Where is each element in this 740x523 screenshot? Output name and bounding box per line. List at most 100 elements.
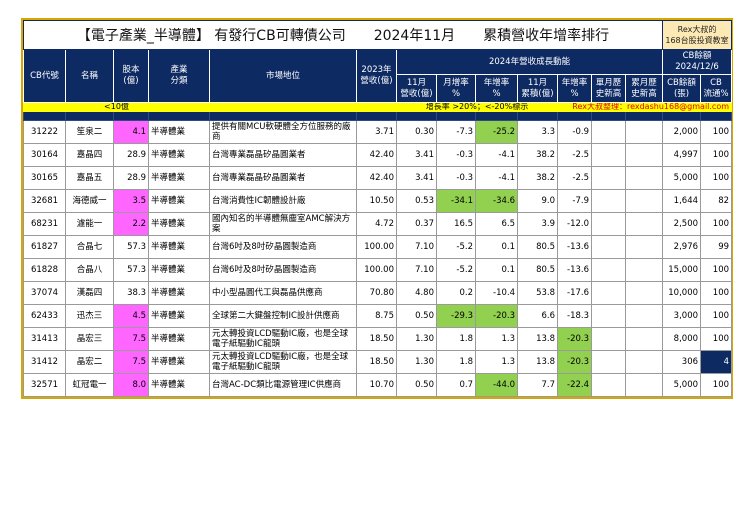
badge-line: Rex大叔的 [677, 25, 717, 34]
author-badge: Rex大叔的 168台股投資教室 [662, 20, 733, 50]
cell-rev2023: 18.50 [356, 350, 397, 374]
table-row: 62433 迅杰三 4.5 半導體業 全球第二大鍵盤控制IC設計供應商 8.75 0.50-… [23, 304, 733, 328]
table-row: 68231 濾能一 2.2 半導體業 國內知名的半導體無塵室AMC解決方案 4.72 0.3… [23, 212, 733, 236]
cell-ch [624, 120, 664, 144]
cell-capital: 28.9 [113, 166, 149, 190]
cell-cb: 5,000 [662, 373, 702, 397]
cell-pct: 100 [700, 373, 733, 397]
cell-cum: 7.7 [517, 373, 558, 397]
cell-rev2023: 18.50 [356, 327, 397, 351]
cell-ch [624, 212, 664, 236]
cell-industry: 半導體業 [148, 212, 210, 236]
cell-code: 32681 [23, 189, 66, 213]
cell-rev2023: 10.70 [356, 373, 397, 397]
cell-mh [591, 189, 626, 213]
cell-cb: 2,000 [662, 120, 702, 144]
cell-yoy: 1.3 [475, 350, 518, 374]
cell-mom: 16.5 [436, 212, 476, 236]
cell-mh [591, 350, 626, 374]
cell-rev2023: 10.50 [356, 189, 397, 213]
cell-code: 31413 [23, 327, 66, 351]
cell-pct: 100 [700, 120, 733, 144]
cell-capital: 7.5 [113, 350, 149, 374]
cell-mom: 1.8 [436, 350, 476, 374]
cell-cumyoy: -2.5 [557, 166, 592, 190]
table-row: 32681 海德威一 3.5 半導體業 台灣消費性IC韌體設計廠 10.50 0.53 -34… [23, 189, 733, 213]
cell-position: 元太轉投資LCD驅動IC廠，也是全球電子紙驅動IC龍頭 [209, 327, 357, 351]
table-row: 31413 晶宏三 7.5 半導體業 元太轉投資LCD驅動IC廠，也是全球電子紙驅動IC… [23, 327, 733, 351]
cell-capital: 3.5 [113, 189, 149, 213]
cell-cumyoy: -7.9 [557, 189, 592, 213]
cb-ranking-sheet: 【電子產業_半導體】 有發行CB可轉債公司 2024年11月 累積營收年增率排行… [21, 18, 733, 399]
cell-industry: 半導體業 [148, 350, 210, 374]
cell-yoy: 6.5 [475, 212, 518, 236]
header-cb-group: CB餘額 2024/12/6 [662, 49, 733, 75]
table-row: 37074 漢磊四 38.3 半導體業 中小型晶圓代工與磊晶供應商 70.80 4.80 0.… [23, 281, 733, 305]
cell-pct: 100 [700, 143, 733, 167]
cell-pct: 82 [700, 189, 733, 213]
table-row: 61827 合晶七 57.3 半導體業 台灣6吋及8吋矽晶圓製造商 100.00 7.10-… [23, 235, 733, 259]
cell-m11: 0.50 [396, 304, 437, 328]
cell-pct: 100 [700, 281, 733, 305]
cell-ch [624, 281, 664, 305]
cell-ch [624, 143, 664, 167]
cell-cum: 3.3 [517, 120, 558, 144]
header-rev2023: 2023年 營收(億) [356, 49, 397, 103]
table-row: 32571 虹冠電一 8.0 半導體業 台灣AC-DC類比電源管理IC供應商 10.70 0… [23, 373, 733, 397]
cell-cb: 2,976 [662, 235, 702, 259]
cell-code: 61828 [23, 258, 66, 282]
cell-cb: 4,997 [662, 143, 702, 167]
cell-name: 嘉晶四 [65, 143, 114, 167]
header-cum-high: 累月歷 史新高 [624, 74, 664, 103]
legend-small-cap: <10億 [23, 102, 210, 112]
cell-cb: 1,644 [662, 189, 702, 213]
cell-m11: 3.41 [396, 166, 437, 190]
cell-name: 晶宏三 [65, 327, 114, 351]
cell-m11: 1.30 [396, 327, 437, 351]
cell-name: 迅杰三 [65, 304, 114, 328]
cell-mh [591, 281, 626, 305]
table-row: 30164 嘉晶四 28.9 半導體業 台灣專業磊晶矽晶圓業者 42.40 3.41 -0.3… [23, 143, 733, 167]
header-cb-pct: CB 流通% [700, 74, 733, 103]
header-m11: 11月 營收(億) [396, 74, 437, 103]
cell-yoy: -10.4 [475, 281, 518, 305]
cell-m11: 0.53 [396, 189, 437, 213]
cell-industry: 半導體業 [148, 304, 210, 328]
cell-code: 68231 [23, 212, 66, 236]
cell-cum: 80.5 [517, 258, 558, 282]
header-name: 名稱 [65, 49, 114, 103]
table-row: 31412 晶宏二 7.5 半導體業 元太轉投資LCD驅動IC廠，也是全球電子紙驅動IC… [23, 350, 733, 374]
cell-m11: 7.10 [396, 235, 437, 259]
cell-yoy: -20.3 [475, 304, 518, 328]
cell-pct: 100 [700, 166, 733, 190]
cell-rev2023: 42.40 [356, 166, 397, 190]
cell-pct: 100 [700, 212, 733, 236]
cell-capital: 8.0 [113, 373, 149, 397]
cell-ch [624, 373, 664, 397]
cell-pct: 100 [700, 304, 733, 328]
cell-m11: 3.41 [396, 143, 437, 167]
cell-m11: 0.37 [396, 212, 437, 236]
header-group-2024: 2024年營收成長動能 [395, 49, 664, 75]
header-industry: 產業 分類 [148, 49, 210, 103]
header-mom: 月增率 % [436, 74, 476, 103]
cell-cumyoy: -22.4 [557, 373, 592, 397]
cell-m11: 0.50 [396, 373, 437, 397]
cell-pct: 100 [700, 327, 733, 351]
cell-yoy: 0.1 [475, 258, 518, 282]
cell-cum: 3.9 [517, 212, 558, 236]
cell-ch [624, 350, 664, 374]
cell-mh [591, 373, 626, 397]
cell-code: 62433 [23, 304, 66, 328]
cell-position: 國內知名的半導體無塵室AMC解決方案 [209, 212, 357, 236]
header-cumyoy: 年增率 % [557, 74, 592, 103]
cell-m11: 1.30 [396, 350, 437, 374]
cell-cum: 53.8 [517, 281, 558, 305]
cell-code: 32571 [23, 373, 66, 397]
cell-industry: 半導體業 [148, 327, 210, 351]
cell-name: 笙泉二 [65, 120, 114, 144]
cell-industry: 半導體業 [148, 235, 210, 259]
cell-code: 30164 [23, 143, 66, 167]
cell-cb: 2,500 [662, 212, 702, 236]
cell-position: 提供有關MCU軟硬體全方位服務的廠商 [209, 120, 357, 144]
